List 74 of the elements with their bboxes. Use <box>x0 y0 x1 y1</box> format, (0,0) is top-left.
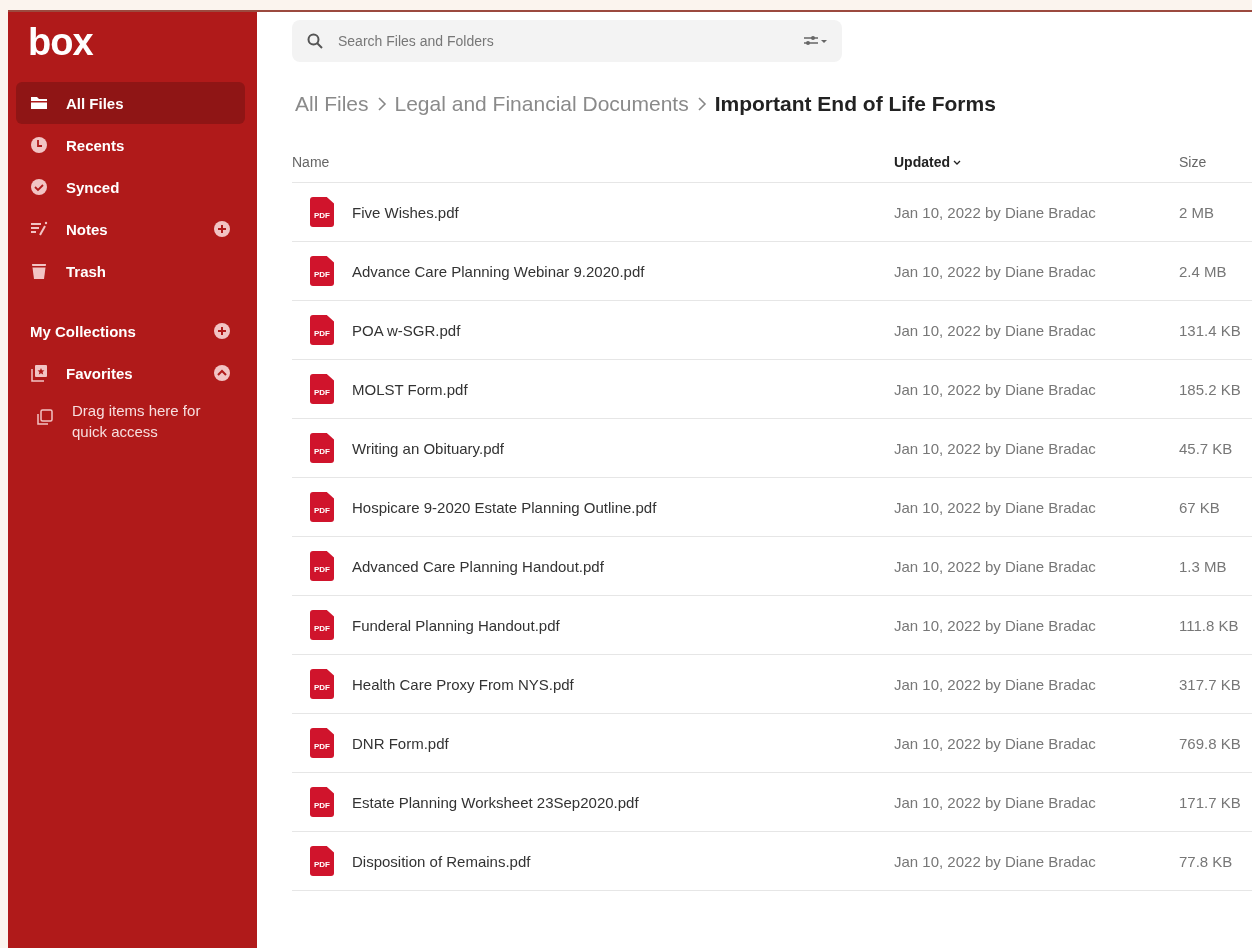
column-header[interactable]: Updated <box>894 154 1179 170</box>
pdf-file-icon: PDF <box>310 433 334 463</box>
file-name[interactable]: Funderal Planning Handout.pdf <box>352 616 560 634</box>
size-cell-text: 45.7 KB <box>1179 439 1234 457</box>
pdf-file-icon: PDF <box>310 315 334 345</box>
sidebar-item[interactable]: Notes <box>16 208 245 250</box>
pdf-file-icon: PDF <box>310 374 334 404</box>
star-card-icon <box>30 364 48 382</box>
file-name[interactable]: MOLST Form.pdf <box>352 380 468 398</box>
sidebar-item[interactable]: Synced <box>16 166 245 208</box>
file-name[interactable]: Estate Planning Worksheet 23Sep2020.pdf <box>352 793 639 811</box>
copy-icon <box>36 408 54 426</box>
chevron-icon <box>696 97 707 111</box>
pdf-file-icon: PDF <box>310 846 334 876</box>
search-field[interactable]: Search Files and Folders <box>336 32 791 50</box>
notes-icon <box>30 220 48 238</box>
favorites-header[interactable]: Favorites <box>16 352 245 394</box>
file-name[interactable]: Health Care Proxy From NYS.pdf <box>352 675 574 693</box>
file-name[interactable]: DNR Form.pdf <box>352 734 449 752</box>
logo[interactable]: box <box>8 12 257 76</box>
pdf-file-icon: PDF <box>310 551 334 581</box>
pdf-file-icon: PDF <box>310 492 334 522</box>
size-cell-text: 185.2 KB <box>1179 380 1242 398</box>
file-name[interactable]: Five Wishes.pdf <box>352 203 459 221</box>
chevron-icon <box>376 97 387 111</box>
updated-cell-text: Jan 10, 2022 by Diane Bradac <box>894 439 1097 457</box>
pdf-file-icon: PDF <box>310 197 334 227</box>
updated-cell-text: Jan 10, 2022 by Diane Bradac <box>894 675 1097 693</box>
sidebar-item[interactable]: Recents <box>16 124 245 166</box>
pdf-file-icon: PDF <box>310 669 334 699</box>
column-header[interactable]: Size <box>1179 154 1252 170</box>
column-header[interactable]: Name <box>292 154 894 170</box>
updated-cell-text: Jan 10, 2022 by Diane Bradac <box>894 852 1097 870</box>
add-icon <box>213 322 231 340</box>
size-cell-text: 2.4 MB <box>1179 262 1228 280</box>
pdf-file-icon: PDF <box>310 256 334 286</box>
current-folder: Important End of Life Forms <box>714 92 996 116</box>
trash-icon <box>30 262 48 280</box>
size-cell-text: 317.7 KB <box>1179 675 1242 693</box>
pdf-file-icon: PDF <box>310 728 334 758</box>
search-bar[interactable]: Search Files and Folders <box>292 20 842 62</box>
file-name[interactable]: Advance Care Planning Webinar 9.2020.pdf <box>352 262 645 280</box>
file-name[interactable]: Advanced Care Planning Handout.pdf <box>352 557 604 575</box>
folder-icon <box>30 94 48 112</box>
size-cell-text: 131.4 KB <box>1179 321 1242 339</box>
updated-cell-text: Jan 10, 2022 by Diane Bradac <box>894 380 1097 398</box>
search-icon <box>306 32 324 50</box>
size-cell-text: 67 KB <box>1179 498 1221 516</box>
size-cell-text: 769.8 KB <box>1179 734 1242 752</box>
updated-cell-text: Jan 10, 2022 by Diane Bradac <box>894 203 1097 221</box>
size-cell-text: 1.3 MB <box>1179 557 1228 575</box>
pdf-file-icon: PDF <box>310 787 334 817</box>
updated-cell-text: Jan 10, 2022 by Diane Bradac <box>894 616 1097 634</box>
updated-cell-text: Jan 10, 2022 by Diane Bradac <box>894 498 1097 516</box>
pdf-file-icon: PDF <box>310 610 334 640</box>
size-cell-text: 77.8 KB <box>1179 852 1234 870</box>
file-name[interactable]: POA w-SGR.pdf <box>352 321 461 339</box>
size-cell-text: 111.8 KB <box>1179 616 1240 634</box>
size-cell-text: 2 MB <box>1179 203 1215 221</box>
updated-cell-text: Jan 10, 2022 by Diane Bradac <box>894 321 1097 339</box>
updated-cell-text: Jan 10, 2022 by Diane Bradac <box>894 262 1097 280</box>
clock-icon <box>30 136 48 154</box>
check-circle-icon <box>30 178 48 196</box>
file-name[interactable]: Disposition of Remains.pdf <box>352 852 531 870</box>
collections-header[interactable]: My Collections <box>16 310 245 352</box>
file-name[interactable]: Writing an Obituary.pdf <box>352 439 504 457</box>
sidebar-item[interactable]: All Files <box>16 82 245 124</box>
updated-cell-text: Jan 10, 2022 by Diane Bradac <box>894 734 1097 752</box>
file-name[interactable]: Hospicare 9-2020 Estate Planning Outline.pdf <box>352 498 657 516</box>
updated-cell-text: Jan 10, 2022 by Diane Bradac <box>894 793 1097 811</box>
size-cell-text: 171.7 KB <box>1179 793 1242 811</box>
drop-hint: Drag items here for quick access <box>72 401 202 442</box>
updated-cell-text: Jan 10, 2022 by Diane Bradac <box>894 557 1097 575</box>
sidebar-item[interactable]: Trash <box>16 250 245 292</box>
